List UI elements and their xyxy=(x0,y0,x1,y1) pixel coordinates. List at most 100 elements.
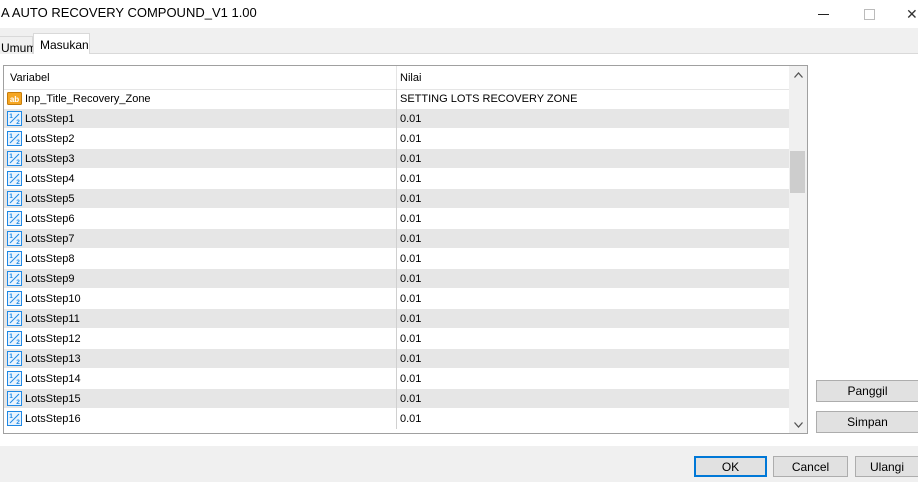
scroll-up-arrow-icon[interactable] xyxy=(789,66,807,83)
parameter-name: Inp_Title_Recovery_Zone xyxy=(25,93,151,105)
fraction-half-icon: 12 xyxy=(7,131,22,146)
table-row[interactable]: 1 2 LotsStep7 0.01 xyxy=(4,229,789,249)
cell-divider xyxy=(396,209,397,229)
svg-text:2: 2 xyxy=(16,259,20,266)
title-bar: A AUTO RECOVERY COMPOUND_V1 1.00 ✕ xyxy=(0,0,918,28)
minimize-icon xyxy=(817,13,829,15)
parameter-value[interactable]: 0.01 xyxy=(400,353,421,365)
cell-divider xyxy=(396,409,397,429)
parameter-value[interactable]: 0.01 xyxy=(400,113,421,125)
load-button[interactable]: Panggil xyxy=(816,380,918,402)
close-button[interactable]: ✕ xyxy=(892,0,918,28)
save-button[interactable]: Simpan xyxy=(816,411,918,433)
parameter-value[interactable]: 0.01 xyxy=(400,373,421,385)
table-row[interactable]: 1 2 LotsStep4 0.01 xyxy=(4,169,789,189)
ok-button[interactable]: OK xyxy=(694,456,767,477)
parameter-value[interactable]: 0.01 xyxy=(400,293,421,305)
table-row[interactable]: 1 2 LotsStep15 0.01 xyxy=(4,389,789,409)
svg-text:1: 1 xyxy=(9,413,13,420)
table-row[interactable]: 1 2 LotsStep3 0.01 xyxy=(4,149,789,169)
table-row[interactable]: 1 2 LotsStep8 0.01 xyxy=(4,249,789,269)
table-row[interactable]: ab Inp_Title_Recovery_Zone SETTING LOTS RE… xyxy=(4,89,789,109)
column-header-value[interactable]: Nilai xyxy=(400,72,421,84)
svg-text:2: 2 xyxy=(16,359,20,366)
grid-header: Variabel Nilai xyxy=(4,66,789,90)
svg-text:1: 1 xyxy=(9,133,13,140)
parameter-name: LotsStep15 xyxy=(25,393,81,405)
svg-text:1: 1 xyxy=(9,373,13,380)
parameter-name: LotsStep8 xyxy=(25,253,75,265)
table-row[interactable]: 1 2 LotsStep14 0.01 xyxy=(4,369,789,389)
parameter-name: LotsStep10 xyxy=(25,293,81,305)
svg-text:2: 2 xyxy=(16,239,20,246)
svg-text:1: 1 xyxy=(9,193,13,200)
parameter-value[interactable]: 0.01 xyxy=(400,133,421,145)
parameter-name: LotsStep13 xyxy=(25,353,81,365)
parameter-value[interactable]: 0.01 xyxy=(400,273,421,285)
fraction-half-icon: 12 xyxy=(7,251,22,266)
fraction-half-icon: 12 xyxy=(7,291,22,306)
parameter-name: LotsStep9 xyxy=(25,273,75,285)
fraction-half-icon: 12 xyxy=(7,231,22,246)
cancel-button[interactable]: Cancel xyxy=(773,456,848,477)
table-row[interactable]: 1 2 LotsStep5 0.01 xyxy=(4,189,789,209)
svg-text:1: 1 xyxy=(9,233,13,240)
fraction-half-icon: 12 xyxy=(7,171,22,186)
table-row[interactable]: 1 2 LotsStep11 0.01 xyxy=(4,309,789,329)
table-row[interactable]: 1 2 LotsStep13 0.01 xyxy=(4,349,789,369)
minimize-button[interactable] xyxy=(800,0,846,28)
svg-text:1: 1 xyxy=(9,333,13,340)
table-row[interactable]: 1 2 LotsStep10 0.01 xyxy=(4,289,789,309)
svg-text:1: 1 xyxy=(9,253,13,260)
string-ab-icon: ab xyxy=(7,91,22,106)
parameter-value[interactable]: 0.01 xyxy=(400,213,421,225)
table-row[interactable]: 1 2 LotsStep6 0.01 xyxy=(4,209,789,229)
table-row[interactable]: 1 2 LotsStep9 0.01 xyxy=(4,269,789,289)
cell-divider xyxy=(396,309,397,329)
svg-text:2: 2 xyxy=(16,319,20,326)
svg-text:2: 2 xyxy=(16,159,20,166)
parameter-value[interactable]: 0.01 xyxy=(400,413,421,425)
column-divider[interactable] xyxy=(396,66,397,89)
column-header-variable[interactable]: Variabel xyxy=(10,72,50,84)
parameter-name: LotsStep2 xyxy=(25,133,75,145)
cell-divider xyxy=(396,389,397,409)
fraction-half-icon: 12 xyxy=(7,211,22,226)
tab-umum[interactable]: Umum xyxy=(0,36,36,55)
scrollbar-thumb[interactable] xyxy=(790,151,805,193)
fraction-half-icon: 12 xyxy=(7,371,22,386)
parameter-value[interactable]: 0.01 xyxy=(400,193,421,205)
svg-text:2: 2 xyxy=(16,399,20,406)
svg-text:2: 2 xyxy=(16,339,20,346)
parameter-value[interactable]: 0.01 xyxy=(400,153,421,165)
svg-text:2: 2 xyxy=(16,299,20,306)
scroll-down-arrow-icon[interactable] xyxy=(789,416,807,433)
parameter-name: LotsStep14 xyxy=(25,373,81,385)
svg-text:1: 1 xyxy=(9,153,13,160)
fraction-half-icon: 12 xyxy=(7,331,22,346)
parameter-value[interactable]: 0.01 xyxy=(400,313,421,325)
cell-divider xyxy=(396,269,397,289)
grid-rows: ab Inp_Title_Recovery_Zone SETTING LOTS RE… xyxy=(4,89,789,429)
parameter-value[interactable]: 0.01 xyxy=(400,173,421,185)
parameter-value[interactable]: 0.01 xyxy=(400,393,421,405)
maximize-button[interactable] xyxy=(846,0,892,28)
reset-button[interactable]: Ulangi xyxy=(855,456,918,477)
table-row[interactable]: 1 2 LotsStep1 0.01 xyxy=(4,109,789,129)
cell-divider xyxy=(396,89,397,109)
cell-divider xyxy=(396,329,397,349)
parameter-value[interactable]: SETTING LOTS RECOVERY ZONE xyxy=(400,93,577,105)
fraction-half-icon: 12 xyxy=(7,111,22,126)
parameter-value[interactable]: 0.01 xyxy=(400,233,421,245)
svg-text:2: 2 xyxy=(16,139,20,146)
fraction-half-icon: 12 xyxy=(7,391,22,406)
parameter-value[interactable]: 0.01 xyxy=(400,253,421,265)
table-row[interactable]: 1 2 LotsStep12 0.01 xyxy=(4,329,789,349)
svg-text:1: 1 xyxy=(9,393,13,400)
parameter-value[interactable]: 0.01 xyxy=(400,333,421,345)
fraction-half-icon: 12 xyxy=(7,271,22,286)
tab-masukan[interactable]: Masukan xyxy=(33,33,90,54)
table-row[interactable]: 1 2 LotsStep2 0.01 xyxy=(4,129,789,149)
table-row[interactable]: 1 2 LotsStep16 0.01 xyxy=(4,409,789,429)
vertical-scrollbar[interactable] xyxy=(789,66,807,433)
